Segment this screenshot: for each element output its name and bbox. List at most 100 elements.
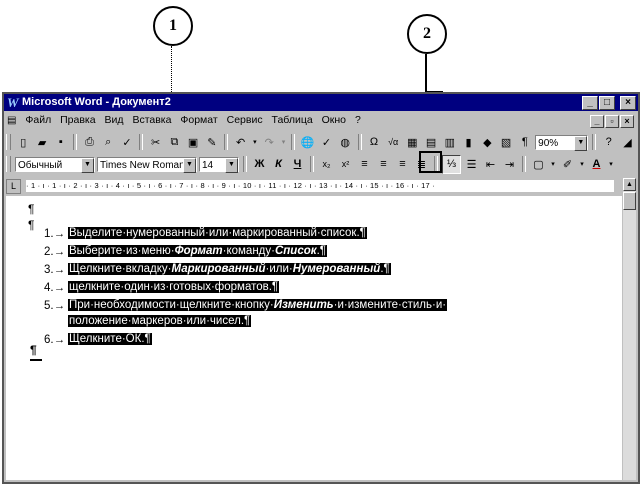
- style-select[interactable]: Обычный ▼: [15, 156, 95, 173]
- align-right-icon[interactable]: ≡: [394, 156, 411, 173]
- list-item[interactable]: 1.→ Выделите·нумерованный·или·маркирован…: [36, 226, 476, 244]
- list-item-text-line2: положение·маркеров·или·чисел.¶: [68, 315, 252, 327]
- list-item[interactable]: 6.→ Щелкните·ОК.¶: [36, 332, 476, 350]
- insert-table-icon[interactable]: ▤: [423, 134, 440, 151]
- chevron-down-icon[interactable]: ▼: [183, 157, 196, 173]
- show-hide-icon[interactable]: ¶: [516, 134, 533, 151]
- word-window: W Microsoft Word - Документ2 _ □ × ▤ Файл…: [2, 92, 640, 484]
- menu-format[interactable]: Формат: [177, 111, 220, 129]
- columns-icon[interactable]: ▮: [460, 134, 477, 151]
- new-icon[interactable]: ▯: [15, 134, 32, 151]
- font-value: Times New Roman: [100, 159, 185, 171]
- cut-icon[interactable]: ✂: [147, 134, 164, 151]
- numbering-highlight: [419, 151, 442, 173]
- insert-excel-icon[interactable]: ▥: [441, 134, 458, 151]
- font-color-dropdown-icon[interactable]: ▾: [607, 156, 615, 173]
- list-item[interactable]: 5.→ При·необходимости·щелкните·кнопку·Из…: [36, 298, 476, 332]
- list-item-text: Щелкните·ОК.¶: [68, 333, 152, 345]
- document-area[interactable]: ¶ ¶ 1.→ Выделите·нумерованный·или·маркир…: [6, 196, 622, 480]
- chevron-down-icon[interactable]: ▼: [81, 157, 94, 173]
- web-toolbar-icon[interactable]: ✓: [318, 134, 335, 151]
- list-item[interactable]: 2.→ Выберите·из·меню·Формат·команду·Спис…: [36, 244, 476, 262]
- chevron-down-icon[interactable]: ▼: [574, 135, 588, 151]
- undo-dropdown-icon[interactable]: ▾: [251, 134, 259, 151]
- list-number: 5.→: [44, 300, 66, 312]
- tab-selector[interactable]: L: [6, 179, 21, 194]
- menu-view[interactable]: Вид: [102, 111, 127, 129]
- menu-edit[interactable]: Правка: [57, 111, 98, 129]
- menu-table[interactable]: Таблица: [269, 111, 316, 129]
- list-item[interactable]: 3.→ Щелкните·вкладку·Маркированный·или·Н…: [36, 262, 476, 280]
- globe-icon[interactable]: ◍: [337, 134, 354, 151]
- doc-minimize-button[interactable]: _: [590, 115, 604, 128]
- end-of-document-marker: [30, 359, 42, 361]
- zoom-select[interactable]: 90% ▼: [535, 134, 589, 151]
- toolbar-grip: [6, 134, 11, 150]
- symbol-icon[interactable]: Ω: [366, 134, 383, 151]
- align-left-icon[interactable]: ≡: [356, 156, 373, 173]
- menu-tools[interactable]: Сервис: [224, 111, 266, 129]
- decrease-indent-icon[interactable]: ⇤: [482, 156, 499, 173]
- list-item-text: Щелкните·вкладку·Маркированный·или·Нумер…: [68, 263, 391, 275]
- numbering-icon[interactable]: ⅓: [442, 154, 461, 174]
- print-icon[interactable]: ⎙: [81, 134, 98, 151]
- list-item[interactable]: 4.→ щелкните·один·из·готовых·форматов.¶: [36, 280, 476, 298]
- superscript-icon[interactable]: x²: [337, 156, 354, 173]
- list-item-text: Выберите·из·меню·Формат·команду·Список.¶: [68, 245, 327, 257]
- menu-window[interactable]: Окно: [319, 111, 349, 129]
- highlight-icon[interactable]: ✐: [559, 156, 576, 173]
- italic-button[interactable]: К: [270, 156, 287, 173]
- numbered-list[interactable]: 1.→ Выделите·нумерованный·или·маркирован…: [36, 226, 476, 350]
- copy-icon[interactable]: ⧉: [166, 134, 183, 151]
- align-center-icon[interactable]: ≡: [375, 156, 392, 173]
- document-map-icon[interactable]: ▧: [498, 134, 515, 151]
- bullets-icon[interactable]: ☰: [463, 156, 480, 173]
- font-size-value: 14: [202, 159, 214, 171]
- redo-dropdown-icon[interactable]: ▾: [280, 134, 288, 151]
- menu-insert[interactable]: Вставка: [129, 111, 174, 129]
- vertical-scrollbar[interactable]: ▲: [623, 178, 636, 480]
- doc-icon[interactable]: ▤: [4, 112, 19, 130]
- tables-borders-icon[interactable]: ▦: [404, 134, 421, 151]
- chevron-down-icon[interactable]: ▼: [225, 157, 238, 173]
- undo-icon[interactable]: ↶: [232, 134, 249, 151]
- doc-close-button[interactable]: ×: [620, 115, 634, 128]
- equation-icon[interactable]: √α: [384, 134, 402, 151]
- doc-restore-button[interactable]: ▫: [605, 115, 619, 128]
- open-icon[interactable]: ▰: [34, 134, 51, 151]
- subscript-icon[interactable]: x₂: [318, 156, 335, 173]
- menu-help[interactable]: ?: [352, 111, 364, 129]
- save-icon[interactable]: ▪: [52, 134, 69, 151]
- font-select[interactable]: Times New Roman ▼: [97, 156, 197, 173]
- underline-button[interactable]: Ч: [289, 156, 306, 173]
- spelling-icon[interactable]: ✓: [119, 134, 136, 151]
- ruler-marks[interactable]: · 1 · ı · 1 · ı · 2 · ı · 3 · ı · 4 · ı …: [26, 180, 614, 192]
- print-preview-icon[interactable]: ⌕: [100, 134, 117, 151]
- callout-2: 2: [407, 14, 447, 54]
- office-assistant-icon[interactable]: ◢: [619, 134, 636, 151]
- help-icon[interactable]: ?: [600, 134, 617, 151]
- callout-1: 1: [153, 6, 193, 46]
- increase-indent-icon[interactable]: ⇥: [501, 156, 518, 173]
- bold-button[interactable]: Ж: [251, 156, 268, 173]
- drawing-icon[interactable]: ◆: [479, 134, 496, 151]
- font-size-select[interactable]: 14 ▼: [199, 156, 239, 173]
- scroll-thumb[interactable]: [623, 192, 636, 210]
- font-color-icon[interactable]: A: [588, 156, 605, 173]
- menu-file[interactable]: Файл: [22, 111, 54, 129]
- list-item-text: щелкните·один·из·готовых·форматов.¶: [68, 281, 280, 293]
- borders-dropdown-icon[interactable]: ▾: [549, 156, 557, 173]
- list-number: 4.→: [44, 282, 66, 294]
- borders-icon[interactable]: ▢: [530, 156, 547, 173]
- maximize-button[interactable]: □: [599, 96, 615, 110]
- close-button[interactable]: ×: [620, 96, 636, 110]
- paste-icon[interactable]: ▣: [185, 134, 202, 151]
- hyperlink-icon[interactable]: 🌐: [299, 134, 316, 151]
- highlight-dropdown-icon[interactable]: ▾: [578, 156, 586, 173]
- minimize-button[interactable]: _: [582, 96, 598, 110]
- callout-2-leader: [425, 54, 427, 92]
- list-number: 2.→: [44, 246, 66, 258]
- scroll-up-button[interactable]: ▲: [623, 178, 636, 191]
- redo-icon[interactable]: ↷: [261, 134, 278, 151]
- format-painter-icon[interactable]: ✎: [204, 134, 221, 151]
